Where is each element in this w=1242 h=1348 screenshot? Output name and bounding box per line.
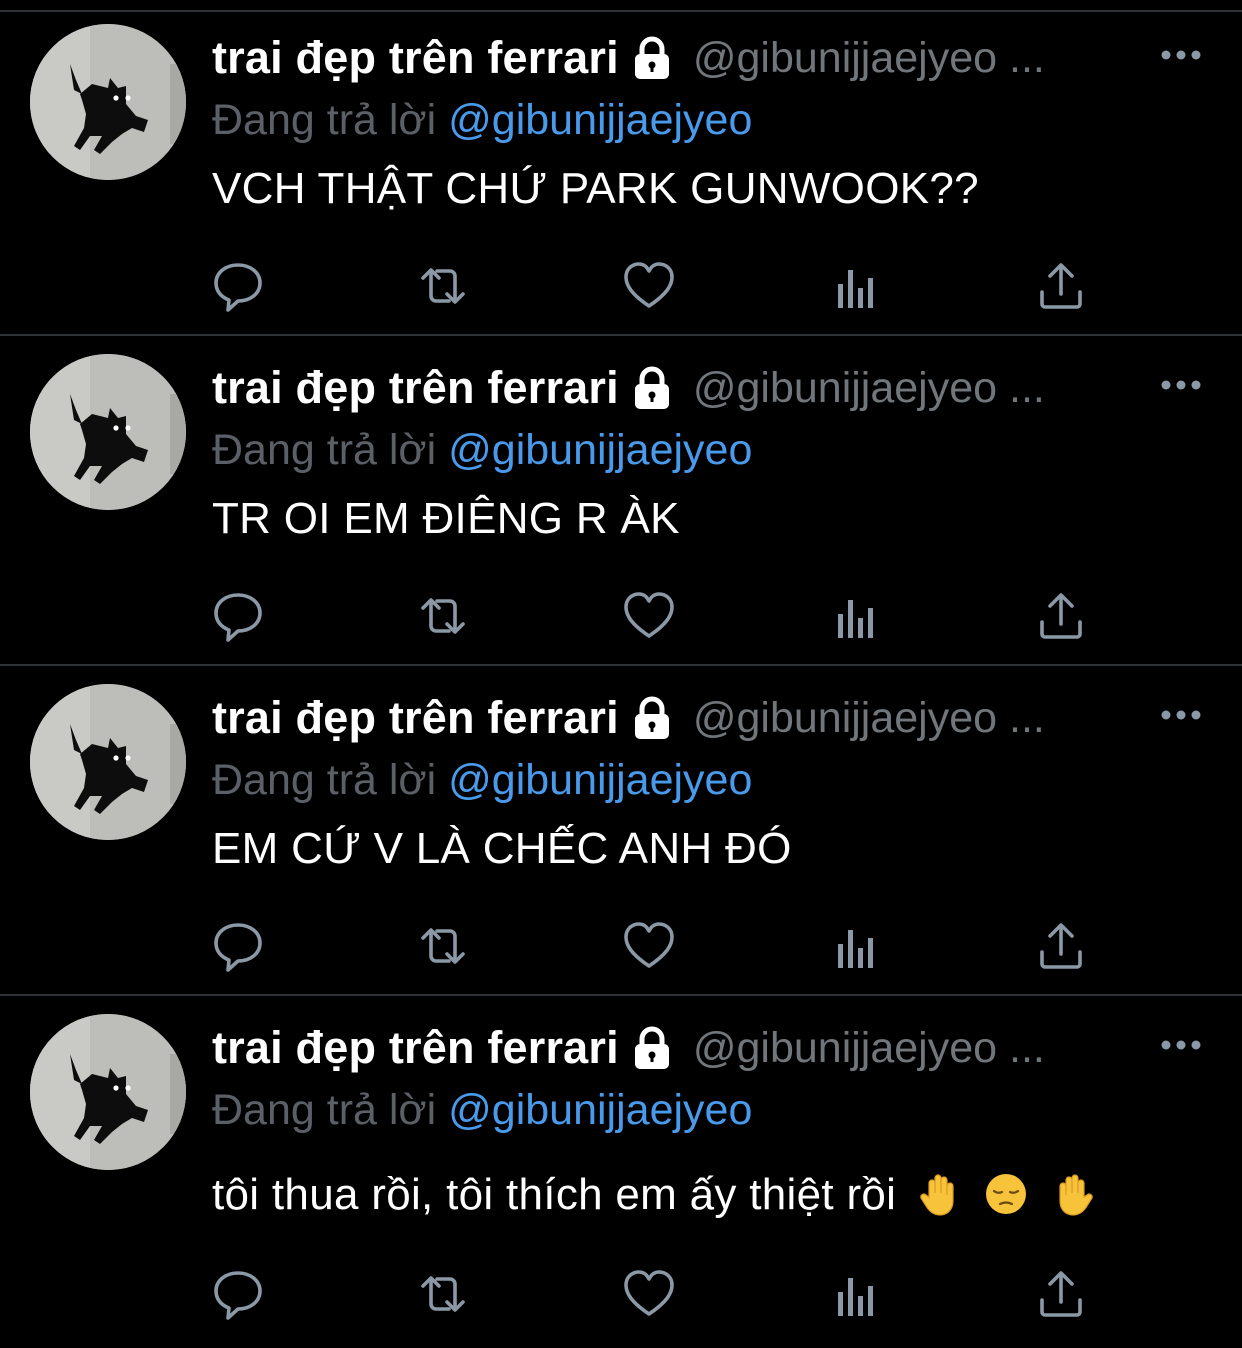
black-cat-avatar[interactable]	[30, 24, 186, 180]
replying-to-mention[interactable]: @gibunijjaejyeo	[448, 96, 752, 144]
retweet-button[interactable]	[415, 588, 471, 644]
retweet-icon	[415, 918, 471, 974]
replying-to-mention[interactable]: @gibunijjaejyeo	[448, 1086, 752, 1134]
share-icon	[1033, 588, 1089, 644]
share-icon	[1033, 258, 1089, 314]
share-button[interactable]	[1033, 918, 1089, 974]
like-button[interactable]	[621, 918, 677, 974]
display-name[interactable]: trai đẹp trên ferrari	[212, 32, 619, 84]
raised-hand-emoji	[917, 1171, 963, 1217]
reply-button[interactable]	[210, 588, 266, 644]
like-icon	[621, 258, 677, 314]
retweet-button[interactable]	[415, 1266, 471, 1322]
replying-to: Đang trả lời @gibunijjaejyeo	[212, 96, 752, 152]
analytics-button[interactable]	[827, 920, 883, 976]
reply-button[interactable]	[210, 1266, 266, 1322]
tweet-header: trai đẹp trên ferrari @gibunijjaejyeo ..…	[212, 360, 1142, 416]
more-options-icon[interactable]	[1156, 1030, 1206, 1060]
share-button[interactable]	[1033, 258, 1089, 314]
lock-icon	[629, 695, 675, 741]
black-cat-avatar[interactable]	[30, 354, 186, 510]
user-handle[interactable]: @gibunijjaejyeo ...	[693, 694, 1045, 743]
like-button[interactable]	[621, 1266, 677, 1322]
share-button[interactable]	[1033, 588, 1089, 644]
black-cat-avatar[interactable]	[30, 684, 186, 840]
share-icon	[1033, 918, 1089, 974]
retweet-icon	[415, 258, 471, 314]
lock-icon	[629, 35, 675, 81]
like-button[interactable]	[621, 588, 677, 644]
user-handle[interactable]: @gibunijjaejyeo ...	[693, 364, 1045, 413]
share-button[interactable]	[1033, 1266, 1089, 1322]
replying-to: Đang trả lời @gibunijjaejyeo	[212, 426, 752, 482]
tweet-text: VCH THẬT CHỨ PARK GUNWOOK??	[212, 164, 979, 213]
reply-icon	[210, 1266, 266, 1322]
analytics-icon	[827, 1268, 883, 1324]
tweet-header: trai đẹp trên ferrari @gibunijjaejyeo ..…	[212, 1020, 1142, 1076]
reply-button[interactable]	[210, 918, 266, 974]
like-icon	[621, 588, 677, 644]
replying-to-label: Đang trả lời	[212, 96, 437, 144]
share-icon	[1033, 1266, 1089, 1322]
replying-to-label: Đang trả lời	[212, 756, 437, 804]
replying-to: Đang trả lời @gibunijjaejyeo	[212, 1086, 752, 1142]
tweet-text: EM CỨ V LÀ CHẾC ANH ĐÓ	[212, 824, 792, 873]
user-handle[interactable]: @gibunijjaejyeo ...	[693, 1024, 1045, 1073]
analytics-button[interactable]	[827, 260, 883, 316]
raised-back-of-hand-emoji	[1050, 1171, 1096, 1217]
tweet[interactable]: trai đẹp trên ferrari @gibunijjaejyeo ..…	[0, 996, 1242, 1348]
tweet-text: tôi thua rồi, tôi thích em ấy thiệt rồi	[212, 1170, 897, 1219]
more-options-icon[interactable]	[1156, 370, 1206, 400]
retweet-icon	[415, 588, 471, 644]
retweet-button[interactable]	[415, 258, 471, 314]
like-button[interactable]	[621, 258, 677, 314]
retweet-icon	[415, 1266, 471, 1322]
tweet-header: trai đẹp trên ferrari @gibunijjaejyeo ..…	[212, 690, 1142, 746]
tweet-text: TR OI EM ĐIÊNG R ÀK	[212, 494, 680, 543]
analytics-button[interactable]	[827, 1268, 883, 1324]
tweet-header: trai đẹp trên ferrari @gibunijjaejyeo ..…	[212, 30, 1142, 86]
reply-icon	[210, 918, 266, 974]
analytics-icon	[827, 260, 883, 316]
replying-to-label: Đang trả lời	[212, 1086, 437, 1134]
more-options-icon[interactable]	[1156, 700, 1206, 730]
like-icon	[621, 918, 677, 974]
tweet-text-row: tôi thua rồi, tôi thích em ấy thiệt rồi	[212, 1170, 1096, 1230]
reply-icon	[210, 258, 266, 314]
tweet[interactable]: trai đẹp trên ferrari @gibunijjaejyeo ..…	[0, 666, 1242, 996]
pensive-face-emoji	[983, 1171, 1029, 1217]
tweet[interactable]: trai đẹp trên ferrari @gibunijjaejyeo ..…	[0, 6, 1242, 336]
replying-to-label: Đang trả lời	[212, 426, 437, 474]
user-handle[interactable]: @gibunijjaejyeo ...	[693, 34, 1045, 83]
display-name[interactable]: trai đẹp trên ferrari	[212, 362, 619, 414]
analytics-icon	[827, 920, 883, 976]
analytics-icon	[827, 590, 883, 646]
like-icon	[621, 1266, 677, 1322]
lock-icon	[629, 1025, 675, 1071]
reply-icon	[210, 588, 266, 644]
more-options-icon[interactable]	[1156, 40, 1206, 70]
replying-to: Đang trả lời @gibunijjaejyeo	[212, 756, 752, 812]
lock-icon	[629, 365, 675, 411]
tweet[interactable]: trai đẹp trên ferrari @gibunijjaejyeo ..…	[0, 336, 1242, 666]
analytics-button[interactable]	[827, 590, 883, 646]
replying-to-mention[interactable]: @gibunijjaejyeo	[448, 426, 752, 474]
black-cat-avatar[interactable]	[30, 1014, 186, 1170]
display-name[interactable]: trai đẹp trên ferrari	[212, 1022, 619, 1074]
display-name[interactable]: trai đẹp trên ferrari	[212, 692, 619, 744]
replying-to-mention[interactable]: @gibunijjaejyeo	[448, 756, 752, 804]
retweet-button[interactable]	[415, 918, 471, 974]
reply-button[interactable]	[210, 258, 266, 314]
